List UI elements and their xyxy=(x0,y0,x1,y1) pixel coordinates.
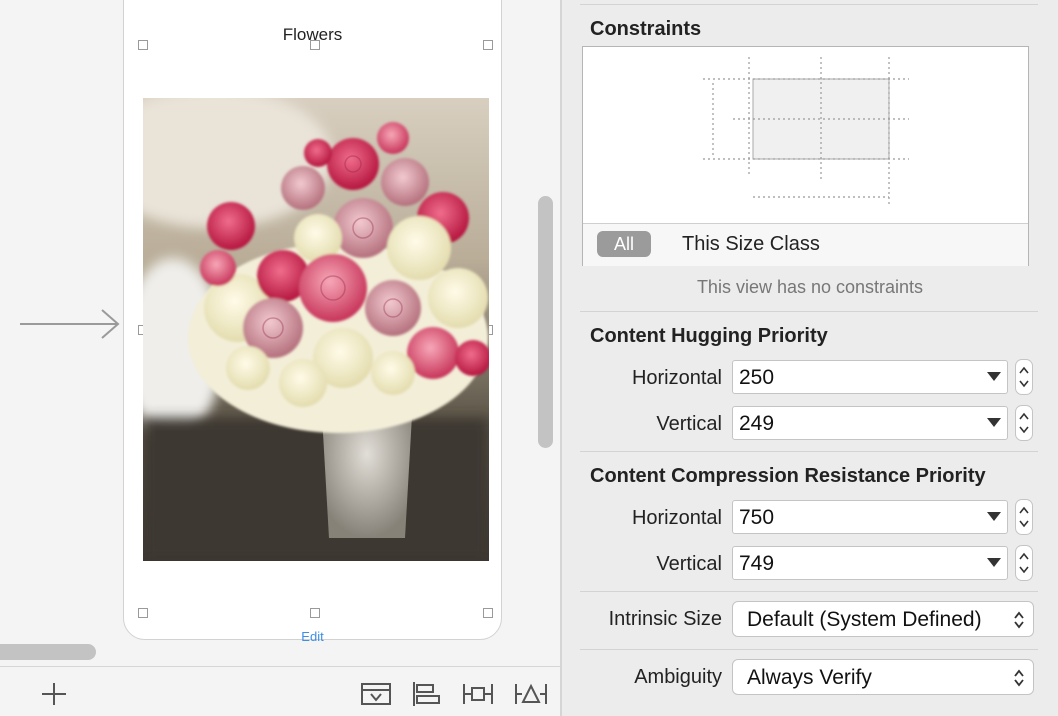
hugging-vertical-stepper[interactable] xyxy=(1015,405,1033,441)
align-icon[interactable] xyxy=(410,681,442,707)
compression-vertical-combo[interactable]: 749 xyxy=(732,546,1008,580)
compression-horizontal-stepper[interactable] xyxy=(1015,499,1033,535)
hugging-vertical-label: Vertical xyxy=(656,413,722,435)
section-separator xyxy=(580,311,1038,312)
constraints-diagram-graphic xyxy=(703,57,909,207)
resize-handle-bottom[interactable] xyxy=(310,608,320,618)
pin-icon[interactable] xyxy=(462,681,494,707)
storyboard-canvas[interactable]: Flowers Edit xyxy=(0,0,560,716)
dropdown-arrow-icon[interactable] xyxy=(987,512,1001,522)
flower-bouquet-image[interactable] xyxy=(143,98,489,561)
intrinsic-size-value[interactable]: Default (System Defined) xyxy=(747,608,982,632)
vertical-scrollbar[interactable] xyxy=(538,196,553,448)
section-separator xyxy=(580,451,1038,452)
tab-all[interactable]: All xyxy=(597,231,651,257)
size-inspector: Constraints All This Size Class This vie… xyxy=(562,0,1058,716)
edit-tab-label[interactable]: Edit xyxy=(124,629,501,644)
compression-horizontal-label: Horizontal xyxy=(631,507,722,529)
compression-resistance-title: Content Compression Resistance Priority xyxy=(590,465,986,487)
compression-vertical-stepper[interactable] xyxy=(1015,545,1033,581)
dropdown-arrow-icon[interactable] xyxy=(987,558,1001,568)
hugging-vertical-value[interactable]: 249 xyxy=(739,412,774,436)
section-separator xyxy=(580,649,1038,650)
initial-view-controller-arrow-icon[interactable] xyxy=(18,306,122,342)
no-constraints-message: This view has no constraints xyxy=(696,277,924,297)
resize-handle-top-left[interactable] xyxy=(138,40,148,50)
ambiguity-value[interactable]: Always Verify xyxy=(747,666,872,690)
section-separator xyxy=(580,591,1038,592)
hugging-horizontal-combo[interactable]: 250 xyxy=(732,360,1008,394)
hugging-vertical-combo[interactable]: 249 xyxy=(732,406,1008,440)
compression-horizontal-combo[interactable]: 750 xyxy=(732,500,1008,534)
embed-in-stack-icon[interactable] xyxy=(360,681,392,707)
constraints-title: Constraints xyxy=(590,18,702,40)
stepper-arrows-icon[interactable] xyxy=(1019,365,1029,389)
resize-handle-top-right[interactable] xyxy=(483,40,493,50)
resolve-auto-layout-icon[interactable] xyxy=(514,681,548,707)
hugging-horizontal-value[interactable]: 250 xyxy=(739,366,774,390)
constraints-diagram: All This Size Class xyxy=(582,46,1029,266)
compression-vertical-value[interactable]: 749 xyxy=(739,552,774,576)
stepper-arrows-icon[interactable] xyxy=(1019,505,1029,529)
ambiguity-label: Ambiguity xyxy=(634,666,722,688)
ambiguity-popup[interactable]: Always Verify xyxy=(732,659,1034,695)
section-separator xyxy=(580,4,1038,5)
canvas-bottom-toolbar xyxy=(0,666,560,716)
horizontal-scrollbar[interactable] xyxy=(0,644,96,660)
hugging-horizontal-label: Horizontal xyxy=(631,367,722,389)
popup-arrows-icon[interactable] xyxy=(1013,611,1025,629)
resize-handle-bottom-left[interactable] xyxy=(138,608,148,618)
intrinsic-size-popup[interactable]: Default (System Defined) xyxy=(732,601,1034,637)
constraints-tab-bar: All This Size Class xyxy=(583,223,1028,266)
dropdown-arrow-icon[interactable] xyxy=(987,418,1001,428)
popup-arrows-icon[interactable] xyxy=(1013,669,1025,687)
intrinsic-size-label: Intrinsic Size xyxy=(608,608,722,630)
tab-this-size-class[interactable]: This Size Class xyxy=(682,233,820,256)
content-hugging-title: Content Hugging Priority xyxy=(590,325,828,347)
stepper-arrows-icon[interactable] xyxy=(1019,411,1029,435)
dropdown-arrow-icon[interactable] xyxy=(987,372,1001,382)
add-icon[interactable] xyxy=(40,681,68,707)
compression-vertical-label: Vertical xyxy=(656,553,722,575)
resize-handle-bottom-right[interactable] xyxy=(483,608,493,618)
stepper-arrows-icon[interactable] xyxy=(1019,551,1029,575)
compression-horizontal-value[interactable]: 750 xyxy=(739,506,774,530)
hugging-horizontal-stepper[interactable] xyxy=(1015,359,1033,395)
resize-handle-top[interactable] xyxy=(310,40,320,50)
